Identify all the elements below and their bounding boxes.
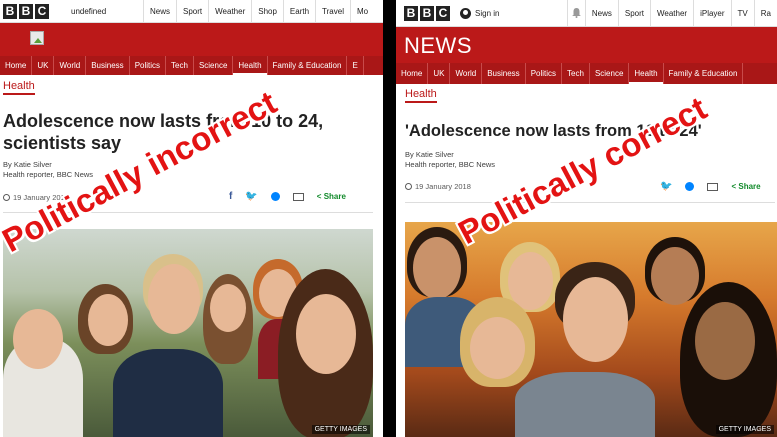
- person-shape: [296, 294, 356, 374]
- section-tech[interactable]: Tech: [166, 56, 194, 75]
- twitter-icon[interactable]: 🐦: [245, 191, 257, 202]
- person-shape: [695, 302, 755, 380]
- byline-role: Health reporter, BBC News: [3, 170, 94, 179]
- publish-date: 19 January 2018: [415, 182, 471, 191]
- messenger-icon[interactable]: [270, 192, 280, 201]
- broken-image-icon: [30, 31, 44, 45]
- article-photo-right: GETTY IMAGES: [405, 222, 777, 437]
- top-bar: B B C Sign in News Sport Weather iPlayer…: [396, 0, 777, 27]
- section-science[interactable]: Science: [590, 63, 630, 84]
- clock-icon: [405, 183, 412, 190]
- byline-author: By Katie Silver: [405, 150, 454, 159]
- section-world[interactable]: World: [450, 63, 483, 84]
- photo-credit: GETTY IMAGES: [311, 425, 370, 434]
- top-nav: News Sport Weather Shop Earth Travel Mo: [143, 0, 374, 22]
- logo-letter: C: [436, 5, 450, 21]
- topnav-earth[interactable]: Earth: [282, 0, 315, 22]
- topnav-travel[interactable]: Travel: [315, 0, 350, 22]
- person-shape: [651, 247, 699, 305]
- photo-credit: GETTY IMAGES: [715, 425, 774, 434]
- person-shape: [13, 309, 63, 369]
- section-science[interactable]: Science: [194, 56, 234, 75]
- logo-letter: C: [35, 3, 49, 19]
- twitter-icon[interactable]: 🐦: [660, 181, 672, 192]
- person-shape: [515, 372, 655, 437]
- section-nav: Home UK World Business Politics Tech Sci…: [0, 56, 383, 75]
- byline-author: By Katie Silver: [3, 160, 52, 169]
- news-banner: [0, 23, 383, 56]
- messenger-icon[interactable]: [685, 182, 695, 191]
- facebook-icon[interactable]: f: [229, 191, 232, 202]
- sign-in-link[interactable]: Sign in: [460, 7, 567, 19]
- logo-letter: B: [3, 3, 17, 19]
- section-label[interactable]: Health: [405, 88, 437, 103]
- top-bar: B B C undefined News Sport Weather Shop …: [0, 0, 383, 23]
- bbc-logo[interactable]: B B C: [3, 3, 49, 19]
- section-business[interactable]: Business: [482, 63, 526, 84]
- logo-letter: B: [404, 5, 418, 21]
- share-label: Share: [738, 182, 761, 191]
- topnav-shop[interactable]: Shop: [251, 0, 283, 22]
- section-home[interactable]: Home: [0, 56, 33, 75]
- section-nav: Home UK World Business Politics Tech Sci…: [396, 63, 777, 84]
- share-button[interactable]: < Share: [317, 192, 346, 201]
- section-family-education[interactable]: Family & Education: [268, 56, 348, 75]
- share-label: Share: [323, 192, 346, 201]
- section-more[interactable]: E: [347, 56, 364, 75]
- article-photo-left: GETTY IMAGES: [3, 229, 373, 437]
- sign-in-label: Sign in: [475, 8, 500, 18]
- share-button[interactable]: < Share: [731, 182, 760, 191]
- logo-letter: B: [420, 5, 434, 21]
- person-shape: [210, 284, 246, 332]
- section-tech[interactable]: Tech: [562, 63, 590, 84]
- section-uk[interactable]: UK: [32, 56, 55, 75]
- panel-divider: [383, 0, 396, 437]
- section-business[interactable]: Business: [86, 56, 130, 75]
- topnav-more[interactable]: Mo: [349, 0, 374, 22]
- share-tools: 🐦 < Share: [660, 181, 761, 192]
- byline-role: Health reporter, BBC News: [405, 160, 496, 169]
- clock-icon: [3, 194, 10, 201]
- person-shape: [470, 317, 525, 379]
- news-banner: NEWS: [396, 27, 777, 63]
- person-shape: [113, 349, 223, 437]
- person-shape: [88, 294, 128, 346]
- topnav-weather[interactable]: Weather: [649, 0, 693, 26]
- section-home[interactable]: Home: [396, 63, 429, 84]
- email-icon[interactable]: [707, 182, 719, 191]
- section-world[interactable]: World: [54, 56, 87, 75]
- topnav-tv[interactable]: TV: [730, 0, 754, 26]
- person-shape: [148, 264, 200, 334]
- section-health[interactable]: Health: [233, 56, 268, 75]
- section-politics[interactable]: Politics: [130, 56, 167, 75]
- undefined-text: undefined: [71, 6, 107, 16]
- byline: By Katie Silver Health reporter, BBC New…: [3, 160, 93, 180]
- topnav-radio[interactable]: Ra: [753, 0, 777, 26]
- person-shape: [413, 237, 461, 299]
- top-nav: News Sport Weather iPlayer TV Ra: [584, 0, 777, 26]
- topnav-sport[interactable]: Sport: [617, 0, 650, 26]
- person-shape: [563, 277, 628, 362]
- section-label[interactable]: Health: [3, 80, 35, 95]
- section-uk[interactable]: UK: [428, 63, 451, 84]
- notification-bell-icon[interactable]: [566, 0, 585, 26]
- logo-letter: B: [19, 3, 33, 19]
- user-icon: [460, 7, 471, 19]
- topnav-iplayer[interactable]: iPlayer: [693, 0, 730, 26]
- section-family-education[interactable]: Family & Education: [664, 63, 744, 84]
- section-health[interactable]: Health: [629, 63, 664, 84]
- topnav-weather[interactable]: Weather: [208, 0, 251, 22]
- section-politics[interactable]: Politics: [526, 63, 563, 84]
- topnav-news[interactable]: News: [143, 0, 176, 22]
- topnav-news[interactable]: News: [584, 0, 618, 26]
- date-row: 19 January 2018: [405, 182, 471, 191]
- bbc-logo[interactable]: B B C: [404, 5, 450, 21]
- share-tools: f 🐦 < Share: [229, 191, 346, 202]
- topnav-sport[interactable]: Sport: [176, 0, 208, 22]
- email-icon[interactable]: [292, 192, 304, 201]
- news-title[interactable]: NEWS: [404, 33, 472, 59]
- divider-line: [405, 202, 775, 203]
- byline: By Katie Silver Health reporter, BBC New…: [405, 150, 495, 170]
- headline: 'Adolescence now lasts from 10 to 24': [405, 122, 702, 140]
